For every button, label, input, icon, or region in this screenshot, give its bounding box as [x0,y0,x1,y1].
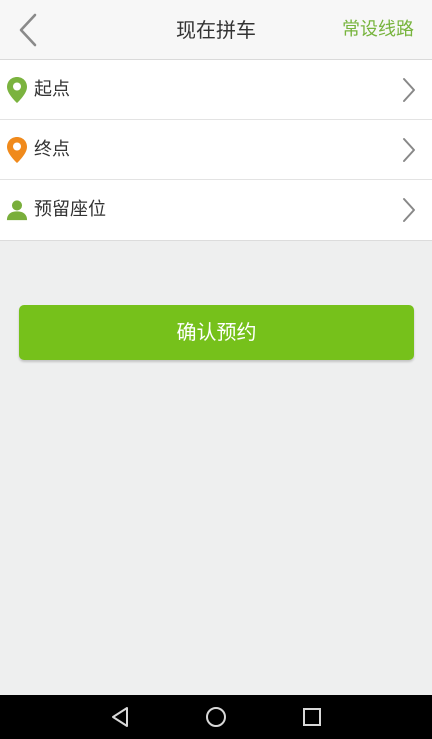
nav-recent-button[interactable] [298,703,326,731]
location-pin-icon [6,76,28,104]
row-label: 终点 [34,139,70,160]
chevron-right-icon [403,78,415,102]
location-pin-icon [6,136,28,164]
nav-home-button[interactable] [202,703,230,731]
recent-square-icon [303,708,321,726]
chevron-right-icon [403,138,415,162]
chevron-left-icon [19,13,37,47]
row-end-point[interactable]: 终点 [0,120,432,180]
chevron-right-icon [403,198,415,222]
ride-form-list: 起点 终点 预留座位 [0,60,432,241]
home-circle-icon [206,707,226,727]
back-button[interactable] [10,10,46,50]
system-nav-bar [0,695,432,739]
confirm-booking-button[interactable]: 确认预约 [19,305,414,360]
row-start-point[interactable]: 起点 [0,60,432,120]
nav-back-button[interactable] [106,703,134,731]
row-label: 预留座位 [34,199,106,220]
top-bar: 现在拼车 常设线路 [0,0,432,60]
back-triangle-icon [112,707,128,727]
row-reserved-seats[interactable]: 预留座位 [0,180,432,240]
row-label: 起点 [34,79,70,100]
common-routes-link[interactable]: 常设线路 [342,0,414,60]
person-icon [6,196,28,224]
